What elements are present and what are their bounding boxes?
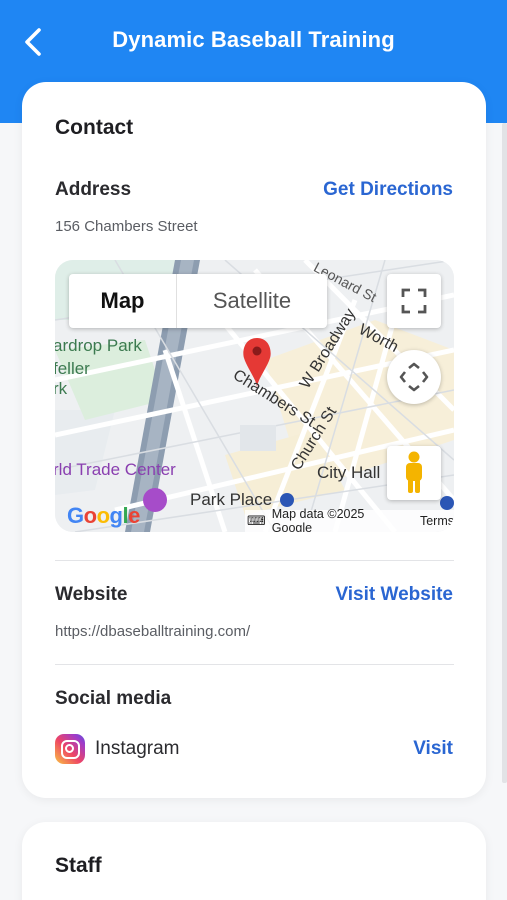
map-type-toggle: Map Satellite: [69, 274, 327, 328]
divider: [55, 664, 454, 665]
google-logo: Google: [67, 503, 140, 528]
address-label: Address: [55, 179, 132, 200]
get-directions-link[interactable]: Get Directions: [323, 179, 453, 201]
scrollbar[interactable]: [502, 123, 507, 783]
pegman-icon: [406, 451, 422, 493]
staff-card: Staff: [22, 822, 486, 900]
contact-heading: Contact: [55, 116, 134, 139]
map-attribution: ⌨ Map data ©2025 Google Terms: [245, 507, 454, 532]
social-item-instagram: Instagram: [55, 734, 179, 764]
address-value: 156 Chambers Street: [55, 218, 198, 235]
map-view[interactable]: Leonard St W Broadway Worth ardrop Park …: [55, 260, 454, 532]
website-url: https://dbaseballtraining.com/: [55, 623, 251, 640]
instagram-icon: [55, 734, 85, 764]
visit-website-link[interactable]: Visit Website: [335, 584, 453, 606]
divider: [55, 560, 454, 561]
page-title: Dynamic Baseball Training: [112, 27, 395, 52]
social-name: Instagram: [95, 738, 180, 759]
map-label: rk: [55, 379, 68, 398]
tab-satellite[interactable]: Satellite: [177, 274, 327, 328]
keyboard-icon[interactable]: ⌨: [247, 513, 266, 529]
social-media-label: Social media: [55, 688, 172, 709]
fullscreen-icon: [401, 288, 427, 314]
staff-heading: Staff: [55, 854, 102, 877]
map-label: ardrop Park: [55, 336, 142, 355]
fullscreen-button[interactable]: [387, 274, 441, 328]
move-arrows-icon: [399, 362, 429, 392]
terms-link[interactable]: Terms: [420, 514, 454, 528]
map-label: City Hall: [317, 463, 381, 482]
map-label: Park Place: [190, 490, 273, 509]
tab-map[interactable]: Map: [69, 274, 177, 328]
map-data-text: Map data ©2025 Google: [271, 507, 365, 532]
contact-card: Contact Address Get Directions 156 Chamb…: [22, 82, 486, 798]
map-label: rld Trade Center: [55, 460, 176, 479]
street-view-button[interactable]: [387, 446, 441, 500]
map-label: feller: [55, 359, 90, 378]
visit-instagram-link[interactable]: Visit: [413, 738, 453, 760]
recenter-button[interactable]: [387, 350, 441, 404]
website-label: Website: [55, 584, 128, 605]
